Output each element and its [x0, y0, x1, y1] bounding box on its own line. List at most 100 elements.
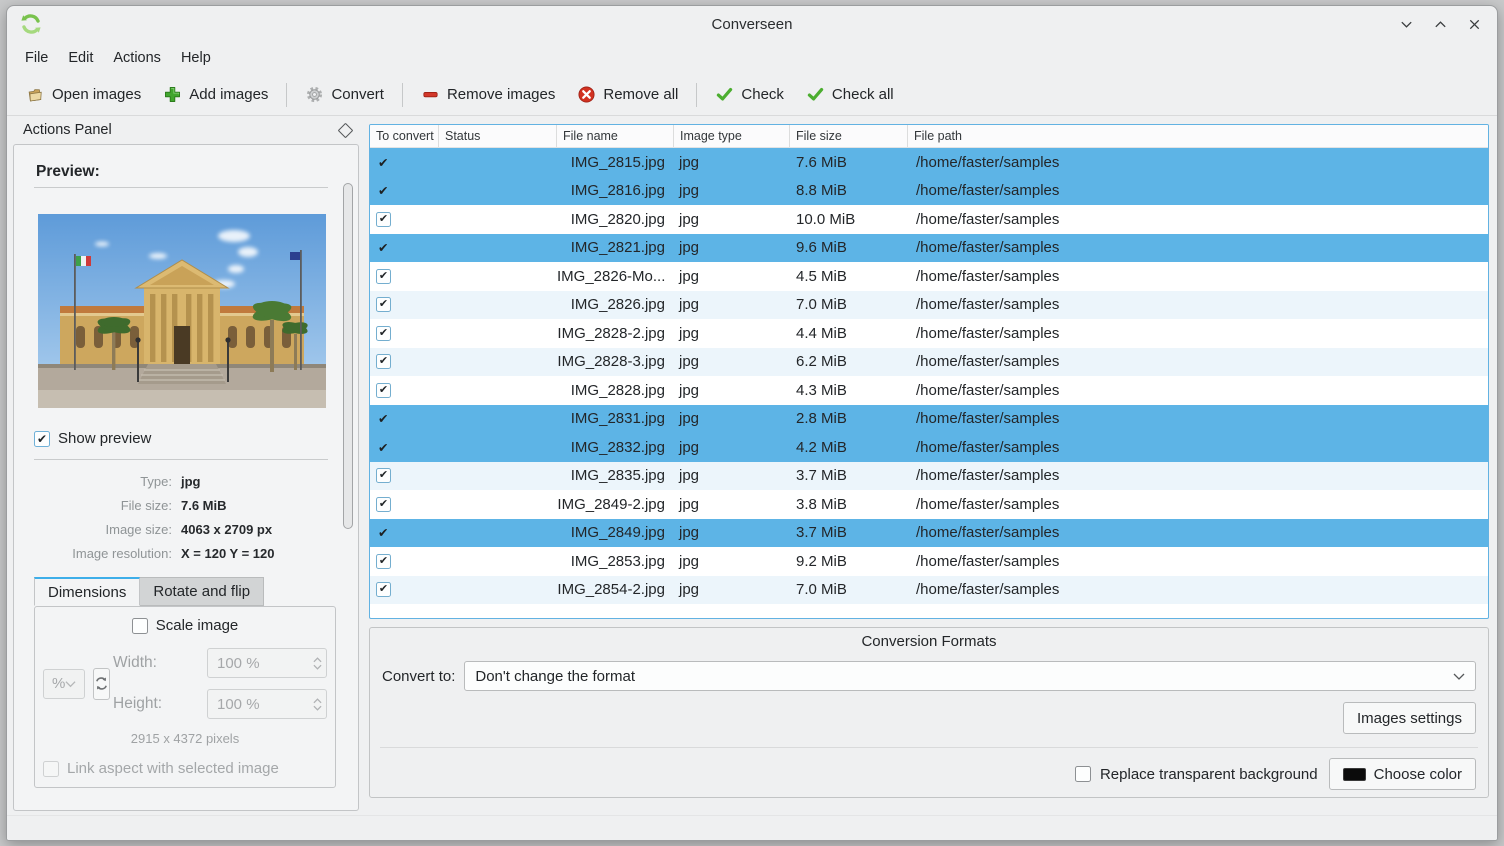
tab-rotate-and-flip[interactable]: Rotate and flip	[140, 577, 264, 606]
cell-to-convert[interactable]: ✔	[370, 212, 439, 227]
add-images-button[interactable]: Add images	[152, 79, 279, 110]
show-preview-checkbox[interactable]: ✔	[34, 431, 50, 447]
cell-to-convert[interactable]: ✔	[370, 326, 439, 341]
cell-to-convert[interactable]: ✔	[370, 240, 439, 255]
toolbar-separator	[696, 83, 697, 107]
row-checkbox[interactable]: ✔	[376, 554, 391, 569]
link-aspect-checkbox[interactable]	[43, 761, 59, 777]
cell-file-size: 3.8 MiB	[790, 496, 908, 513]
titlebar[interactable]: Converseen	[7, 6, 1497, 42]
cell-file-size: 4.5 MiB	[790, 268, 908, 285]
cell-to-convert[interactable]: ✔	[370, 411, 439, 426]
col-status[interactable]: Status	[439, 125, 557, 147]
check-all-button[interactable]: Check all	[795, 79, 905, 110]
spinner-arrows-icon[interactable]	[313, 657, 322, 670]
row-checkbox[interactable]: ✔	[376, 269, 391, 284]
cell-to-convert[interactable]: ✔	[370, 440, 439, 455]
check-button[interactable]: Check	[704, 79, 795, 110]
info-filesize-value: 7.6 MiB	[181, 498, 328, 513]
cell-to-convert[interactable]: ✔	[370, 468, 439, 483]
row-checkbox[interactable]: ✔	[376, 582, 391, 597]
maximize-icon[interactable]	[1431, 15, 1449, 33]
cell-file-path: /home/faster/samples	[908, 211, 1488, 228]
remove-images-button[interactable]: Remove images	[410, 79, 566, 110]
info-filesize-label: File size:	[34, 498, 172, 513]
format-select[interactable]: Don't change the format	[464, 661, 1476, 691]
cell-image-type: jpg	[674, 239, 790, 256]
cell-image-type: jpg	[674, 182, 790, 199]
choose-color-button[interactable]: Choose color	[1329, 758, 1476, 790]
row-checkbox[interactable]: ✔	[376, 326, 391, 341]
table-row[interactable]: ✔IMG_2832.jpgjpg4.2 MiB/home/faster/samp…	[370, 433, 1488, 462]
menu-help[interactable]: Help	[171, 46, 221, 70]
cell-to-convert[interactable]: ✔	[370, 497, 439, 512]
close-icon[interactable]	[1465, 15, 1483, 33]
menu-edit[interactable]: Edit	[58, 46, 103, 70]
col-file-path[interactable]: File path	[908, 125, 1488, 147]
cell-to-convert[interactable]: ✔	[370, 269, 439, 284]
cell-to-convert[interactable]: ✔	[370, 525, 439, 540]
replace-background-checkbox[interactable]	[1075, 766, 1091, 782]
row-check-icon: ✔	[378, 411, 388, 426]
cell-to-convert[interactable]: ✔	[370, 183, 439, 198]
preview-image	[38, 214, 326, 408]
table-row[interactable]: ✔IMG_2849-2.jpgjpg3.8 MiB/home/faster/sa…	[370, 490, 1488, 519]
col-to-convert[interactable]: To convert	[370, 125, 439, 147]
cell-image-type: jpg	[674, 353, 790, 370]
table-row[interactable]: ✔IMG_2820.jpgjpg10.0 MiB/home/faster/sam…	[370, 205, 1488, 234]
row-checkbox[interactable]: ✔	[376, 497, 391, 512]
open-images-button[interactable]: Open images	[15, 79, 152, 110]
table-row[interactable]: ✔IMG_2835.jpgjpg3.7 MiB/home/faster/samp…	[370, 462, 1488, 491]
convert-button[interactable]: Convert	[294, 79, 395, 110]
minimize-icon[interactable]	[1397, 15, 1415, 33]
table-row[interactable]: ✔IMG_2828-3.jpgjpg6.2 MiB/home/faster/sa…	[370, 348, 1488, 377]
menu-actions[interactable]: Actions	[103, 46, 171, 70]
table-row[interactable]: ✔IMG_2826-Mo...jpg4.5 MiB/home/faster/sa…	[370, 262, 1488, 291]
tab-dimensions[interactable]: Dimensions	[34, 577, 140, 606]
table-row[interactable]: ✔IMG_2853.jpgjpg9.2 MiB/home/faster/samp…	[370, 547, 1488, 576]
col-file-name[interactable]: File name	[557, 125, 674, 147]
remove-all-button[interactable]: Remove all	[566, 79, 689, 110]
table-row[interactable]: ✔IMG_2816.jpgjpg8.8 MiB/home/faster/samp…	[370, 177, 1488, 206]
height-spinbox[interactable]: 100 %	[207, 689, 327, 719]
table-row[interactable]: ✔IMG_2826.jpgjpg7.0 MiB/home/faster/samp…	[370, 291, 1488, 320]
cell-to-convert[interactable]: ✔	[370, 354, 439, 369]
row-checkbox[interactable]: ✔	[376, 212, 391, 227]
row-checkbox[interactable]: ✔	[376, 354, 391, 369]
cell-to-convert[interactable]: ✔	[370, 155, 439, 170]
images-settings-button[interactable]: Images settings	[1343, 702, 1476, 734]
panel-scrollbar[interactable]	[343, 183, 353, 529]
cell-file-name: IMG_2831.jpg	[557, 410, 674, 427]
cell-file-path: /home/faster/samples	[908, 581, 1488, 598]
col-file-size[interactable]: File size	[790, 125, 908, 147]
swap-dimensions-button[interactable]	[93, 668, 110, 700]
table-row[interactable]: ✔IMG_2854-2.jpgjpg7.0 MiB/home/faster/sa…	[370, 576, 1488, 605]
cell-to-convert[interactable]: ✔	[370, 582, 439, 597]
cell-file-size: 7.0 MiB	[790, 581, 908, 598]
row-checkbox[interactable]: ✔	[376, 383, 391, 398]
table-row[interactable]: ✔IMG_2828.jpgjpg4.3 MiB/home/faster/samp…	[370, 376, 1488, 405]
cell-file-size: 4.2 MiB	[790, 439, 908, 456]
table-row[interactable]: ✔IMG_2828-2.jpgjpg4.4 MiB/home/faster/sa…	[370, 319, 1488, 348]
preview-label: Preview:	[36, 163, 328, 181]
table-row[interactable]: ✔IMG_2849.jpgjpg3.7 MiB/home/faster/samp…	[370, 519, 1488, 548]
table-row[interactable]: ✔IMG_2821.jpgjpg9.6 MiB/home/faster/samp…	[370, 234, 1488, 263]
convert-to-label: Convert to:	[382, 668, 455, 685]
cell-to-convert[interactable]: ✔	[370, 297, 439, 312]
cell-file-path: /home/faster/samples	[908, 382, 1488, 399]
unit-select[interactable]: %	[43, 669, 85, 699]
scale-image-checkbox[interactable]	[132, 618, 148, 634]
float-panel-icon[interactable]	[338, 122, 354, 138]
row-checkbox[interactable]: ✔	[376, 468, 391, 483]
cell-to-convert[interactable]: ✔	[370, 554, 439, 569]
cell-file-path: /home/faster/samples	[908, 296, 1488, 313]
table-header: To convert Status File name Image type F…	[370, 125, 1488, 148]
menu-file[interactable]: File	[15, 46, 58, 70]
cell-to-convert[interactable]: ✔	[370, 383, 439, 398]
col-image-type[interactable]: Image type	[674, 125, 790, 147]
width-spinbox[interactable]: 100 %	[207, 648, 327, 678]
row-checkbox[interactable]: ✔	[376, 297, 391, 312]
spinner-arrows-icon[interactable]	[313, 698, 322, 711]
table-row[interactable]: ✔IMG_2815.jpgjpg7.6 MiB/home/faster/samp…	[370, 148, 1488, 177]
table-row[interactable]: ✔IMG_2831.jpgjpg2.8 MiB/home/faster/samp…	[370, 405, 1488, 434]
